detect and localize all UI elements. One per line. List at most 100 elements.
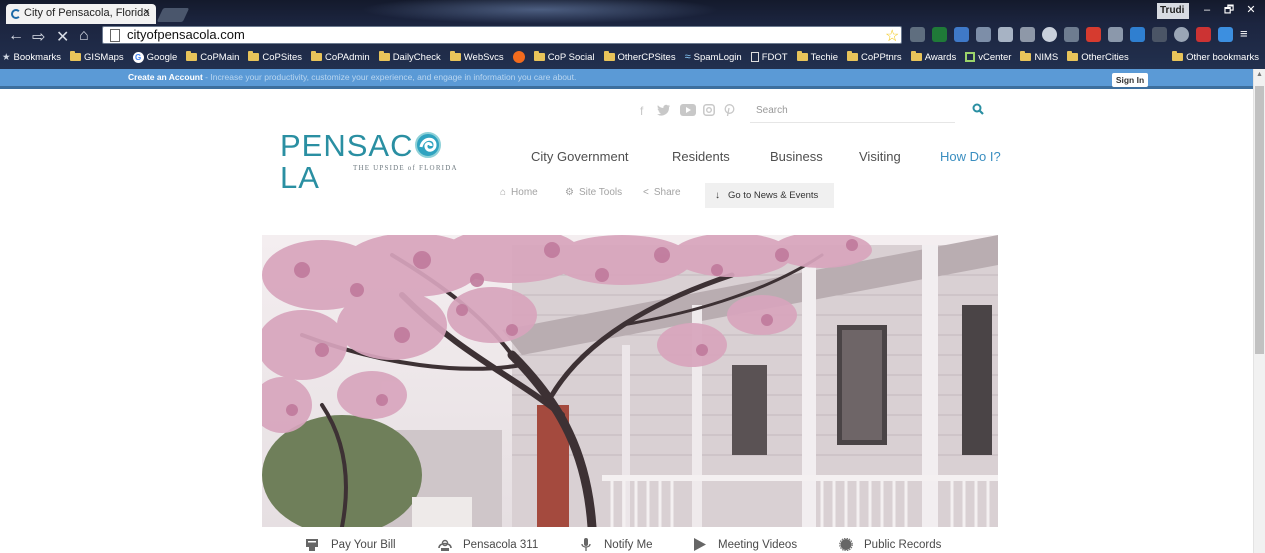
bookmark-item[interactable]: GISMaps — [70, 51, 124, 63]
bookmark-item[interactable]: WebSvcs — [449, 51, 504, 63]
bookmark-item[interactable]: Awards — [910, 51, 956, 63]
sign-in-button[interactable]: Sign In — [1112, 73, 1148, 87]
quicklink-notify-me[interactable]: Notify Me — [578, 538, 653, 551]
play-icon — [694, 538, 706, 551]
extension-icon[interactable] — [998, 27, 1013, 42]
extension-icon[interactable] — [954, 27, 969, 42]
quicklink-pensacola-311[interactable]: Pensacola 311 — [437, 538, 538, 551]
spam-icon: ≈ — [684, 51, 691, 63]
bookmark-item[interactable]: OtherCPSites — [603, 51, 676, 63]
search-icon[interactable] — [972, 103, 984, 115]
bookmark-star-icon[interactable]: ☆ — [885, 26, 899, 46]
minimize-icon[interactable]: – — [1196, 2, 1218, 18]
bookmark-item[interactable]: Techie — [796, 51, 838, 63]
profile-button[interactable]: Trudi — [1157, 3, 1189, 19]
stop-icon[interactable]: ✕ — [56, 27, 69, 47]
extension-icon[interactable] — [976, 27, 991, 42]
nav-business[interactable]: Business — [770, 149, 823, 164]
abp-icon[interactable] — [1042, 27, 1057, 42]
subnav-share[interactable]: < Share — [643, 187, 681, 198]
site-logo[interactable]: PENSAC LA THE UPSIDE of FLORIDA — [280, 130, 470, 194]
bookmark-item[interactable]: ≈ SpamLogin — [685, 51, 742, 63]
bookmark-item[interactable]: CoP Social — [533, 51, 595, 63]
logo-text-right: LA — [280, 160, 320, 195]
menu-icon[interactable]: ≡ — [1240, 27, 1255, 42]
bookmark-item[interactable]: G Google — [132, 51, 178, 63]
bookmark-item[interactable] — [512, 51, 525, 63]
bookmark-item[interactable]: FDOT — [750, 52, 788, 63]
bookmark-label: Google — [146, 51, 178, 63]
search-input[interactable]: Search — [750, 101, 955, 123]
hero-image — [262, 235, 998, 527]
quicklink-public-records[interactable]: Public Records — [838, 538, 941, 551]
create-account-link[interactable]: Create an Account — [128, 72, 203, 82]
theme-background — [360, 0, 720, 24]
extension-icon[interactable] — [910, 27, 925, 42]
bookmark-label: GISMaps — [84, 51, 124, 63]
bookmark-item[interactable]: ★ Bookmarks — [2, 52, 61, 63]
instagram-icon[interactable] — [703, 104, 715, 119]
extension-icon[interactable] — [1064, 27, 1079, 42]
bookmark-item[interactable]: CoPMain — [186, 51, 239, 63]
extension-icon[interactable] — [1130, 27, 1145, 42]
extension-icon[interactable] — [1086, 27, 1101, 42]
extension-icon[interactable] — [1108, 27, 1123, 42]
subnav-home[interactable]: ⌂ Home — [500, 187, 538, 198]
arrow-down-icon: ↓ — [715, 190, 720, 201]
folder-icon — [70, 51, 82, 61]
restore-icon[interactable]: 🗗 — [1218, 2, 1240, 18]
extension-icon[interactable] — [1152, 27, 1167, 42]
gear-icon: ⚙ — [565, 187, 574, 198]
bookmark-item[interactable]: NIMS — [1020, 51, 1058, 63]
extension-icon[interactable] — [1196, 27, 1211, 42]
bookmark-item[interactable]: CoPSites — [248, 51, 302, 63]
bookmark-label: vCenter — [978, 51, 1012, 63]
bookmark-label: CoP Social — [547, 51, 595, 63]
extension-icon[interactable] — [1020, 27, 1035, 42]
tab-close-icon[interactable]: × — [144, 6, 150, 18]
create-account-bar: Create an Account - Increase your produc… — [0, 69, 1253, 89]
youtube-icon[interactable] — [680, 104, 696, 119]
bookmark-item[interactable]: CoPAdmin — [310, 51, 370, 63]
pinterest-icon[interactable] — [724, 104, 735, 119]
star-icon: ★ — [2, 51, 11, 63]
extension-icon[interactable] — [1218, 27, 1233, 42]
subnav-share-label: Share — [653, 187, 681, 198]
facebook-icon[interactable]: f — [640, 104, 643, 118]
bookmark-label: DailyCheck — [392, 51, 441, 63]
address-bar[interactable]: cityofpensacola.com — [102, 26, 902, 44]
scrollbar-thumb[interactable] — [1255, 86, 1264, 354]
browser-tab[interactable]: City of Pensacola, Florida × — [6, 4, 156, 24]
home-icon[interactable]: ⌂ — [79, 27, 89, 45]
orange-circle-icon — [512, 51, 525, 63]
hero-illustration — [262, 235, 998, 527]
close-window-icon[interactable]: ✕ — [1240, 2, 1262, 18]
quicklink-label: Meeting Videos — [718, 538, 798, 551]
bookmark-item[interactable]: CoPPtnrs — [847, 51, 902, 63]
nav-city-government[interactable]: City Government — [531, 149, 629, 164]
new-tab-button[interactable] — [156, 8, 190, 22]
scroll-up-arrow-icon[interactable]: ▲ — [1256, 71, 1263, 78]
nav-how-do-i[interactable]: How Do I? — [940, 149, 1001, 164]
extension-icon[interactable] — [932, 27, 947, 42]
nav-visiting[interactable]: Visiting — [859, 149, 901, 164]
microphone-icon — [581, 538, 591, 551]
other-bookmarks[interactable]: Other bookmarks — [1172, 48, 1259, 66]
quicklink-pay-your-bill[interactable]: Pay Your Bill — [305, 538, 396, 551]
nav-residents[interactable]: Residents — [672, 149, 730, 164]
news-events-button[interactable]: ↓ Go to News & Events — [705, 183, 834, 208]
subnav-site-tools[interactable]: ⚙ Site Tools — [565, 187, 622, 198]
bookmark-label: OtherCities — [1081, 51, 1129, 63]
vcenter-icon — [965, 52, 976, 62]
bookmark-item[interactable]: DailyCheck — [378, 51, 441, 63]
bookmark-item[interactable]: OtherCities — [1067, 51, 1129, 63]
back-icon[interactable]: ← — [8, 27, 24, 45]
quicklink-meeting-videos[interactable]: Meeting Videos — [692, 538, 797, 551]
folder-icon — [310, 51, 322, 61]
twitter-icon[interactable] — [657, 104, 671, 119]
folder-icon — [1067, 51, 1079, 61]
forward-icon[interactable]: ⇨ — [32, 27, 45, 47]
bookmark-item[interactable]: vCenter — [965, 52, 1011, 63]
logo-tagline: THE UPSIDE of FLORIDA — [353, 164, 458, 172]
extension-icon[interactable] — [1174, 27, 1189, 42]
